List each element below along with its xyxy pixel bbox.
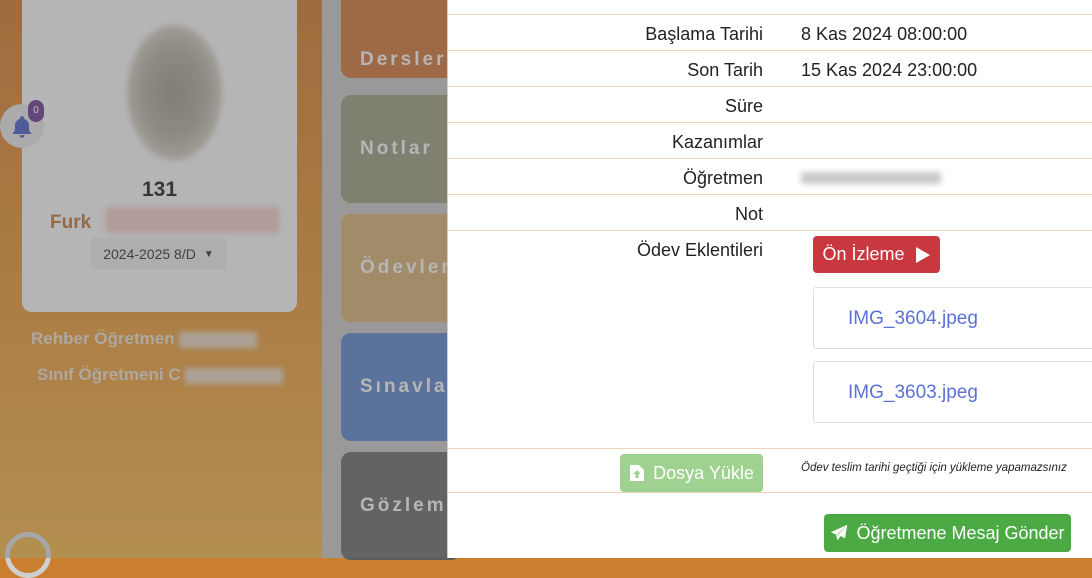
- outcomes-label: Kazanımlar: [671, 132, 763, 152]
- detail-row-start: Başlama Tarihi 8 Kas 2024 08:00:00: [448, 14, 1092, 51]
- send-message-to-teacher-button[interactable]: Öğretmene Mesaj Gönder: [824, 514, 1071, 552]
- detail-row-teacher: Öğretmen: [448, 158, 1092, 195]
- detail-row-outcomes: Kazanımlar: [448, 122, 1092, 159]
- play-icon: [915, 246, 930, 263]
- file-upload-icon: [630, 465, 645, 481]
- attachment-item: IMG_3603.jpeg: [813, 361, 1092, 423]
- end-date-value: 15 Kas 2024 23:00:00: [801, 60, 978, 80]
- upload-file-button[interactable]: Dosya Yükle: [620, 454, 763, 492]
- teacher-name-redacted: [801, 172, 941, 184]
- paper-plane-icon: [831, 524, 848, 541]
- attachments-label: Ödev Eklentileri: [636, 240, 763, 260]
- duration-label: Süre: [724, 96, 763, 116]
- teacher-label: Öğretmen: [682, 168, 763, 188]
- detail-row-note: Not: [448, 194, 1092, 231]
- attachment-item: IMG_3604.jpeg: [813, 287, 1092, 349]
- assignment-detail-panel: Başlama Tarihi 8 Kas 2024 08:00:00 Son T…: [447, 0, 1092, 558]
- divider: [448, 492, 1092, 493]
- modal-backdrop[interactable]: [0, 0, 447, 558]
- upload-file-button-label: Dosya Yükle: [653, 462, 754, 483]
- send-message-button-label: Öğretmene Mesaj Gönder: [856, 522, 1065, 543]
- start-date-label: Başlama Tarihi: [645, 24, 763, 44]
- detail-row-end: Son Tarih 15 Kas 2024 23:00:00: [448, 50, 1092, 87]
- preview-button-label: Ön İzleme: [822, 244, 905, 264]
- upload-disabled-note: Ödev teslim tarihi geçtiği için yükleme …: [801, 462, 1067, 474]
- start-date-value: 8 Kas 2024 08:00:00: [801, 24, 968, 44]
- detail-row-duration: Süre: [448, 86, 1092, 123]
- end-date-label: Son Tarih: [687, 60, 763, 80]
- attachment-link[interactable]: IMG_3604.jpeg: [848, 308, 978, 330]
- preview-button[interactable]: Ön İzleme: [813, 236, 940, 273]
- attachment-link[interactable]: IMG_3603.jpeg: [848, 382, 978, 404]
- note-label: Not: [734, 204, 763, 224]
